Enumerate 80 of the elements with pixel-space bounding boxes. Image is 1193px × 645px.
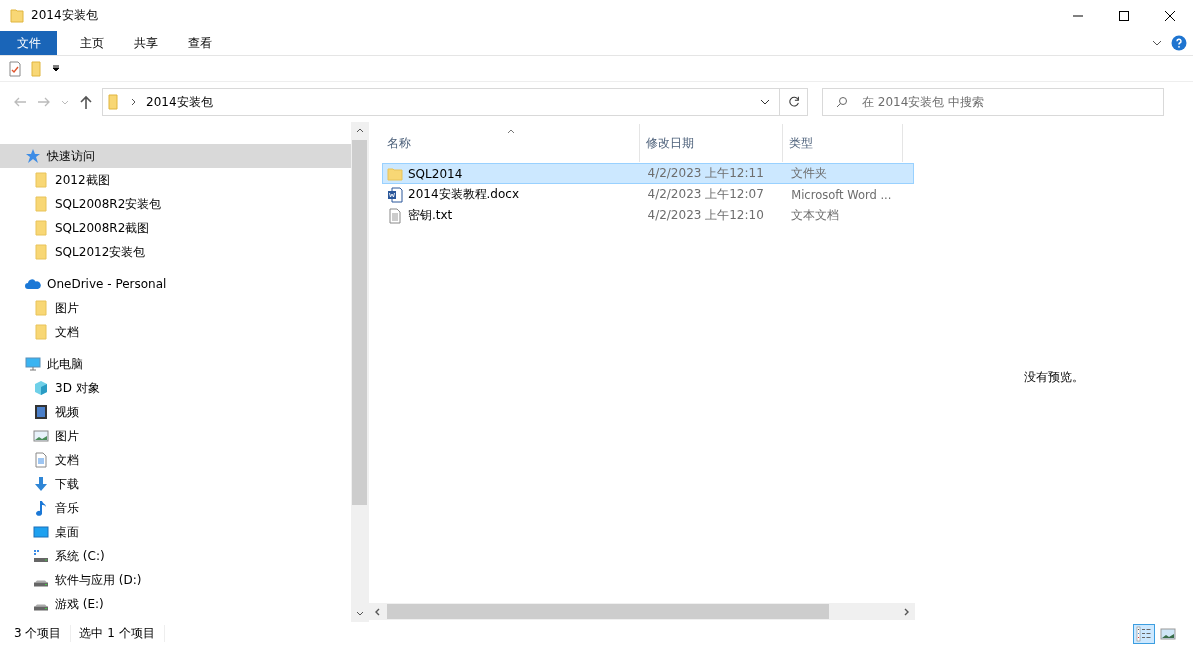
modified-date: 4/2/2023 上午12:07 [646, 186, 765, 203]
search-icon [836, 96, 848, 108]
nav-item[interactable]: 视频 [0, 400, 351, 424]
up-arrow-icon[interactable] [78, 94, 94, 110]
music-note-icon [33, 500, 49, 516]
refresh-button[interactable] [780, 88, 808, 116]
file-row[interactable]: SQL2014 4/2/2023 上午12:11 文件夹 [382, 163, 914, 184]
drive-icon [33, 603, 49, 611]
drive-icon [33, 548, 49, 564]
nav-item[interactable]: 桌面 [0, 520, 351, 544]
scrollbar-thumb[interactable] [387, 604, 829, 619]
maximize-icon [1119, 10, 1129, 21]
monitor-icon [25, 356, 41, 372]
close-icon [1165, 10, 1175, 21]
text-file-icon [387, 207, 403, 224]
cloud-icon [25, 276, 41, 292]
word-document-icon [387, 186, 403, 203]
ribbon-tab[interactable]: 文件 [0, 31, 57, 55]
folder-icon [33, 324, 49, 340]
download-arrow-icon [33, 476, 49, 492]
nav-item[interactable]: 游戏 (E:) [0, 592, 351, 616]
horizontal-scrollbar[interactable] [369, 603, 915, 620]
details-view-icon [1136, 625, 1152, 642]
nav-item[interactable]: 此电脑 [0, 352, 351, 376]
chevron-right-icon [130, 98, 138, 106]
nav-item[interactable]: 快速访问 [0, 144, 351, 168]
file-row[interactable]: 密钥.txt 4/2/2023 上午12:10 文本文档 [382, 205, 914, 226]
star-icon [25, 148, 41, 164]
help-icon[interactable] [1171, 35, 1187, 51]
file-type: 文本文档 [790, 208, 841, 223]
nav-item[interactable]: SQL2008R2安装包 [0, 192, 351, 216]
nav-item[interactable]: SQL2008R2截图 [0, 216, 351, 240]
nav-item[interactable]: SQL2012安装包 [0, 240, 351, 264]
drive-icon [33, 579, 49, 587]
nav-item[interactable]: 音乐 [0, 496, 351, 520]
nav-item[interactable]: 系统 (C:) [0, 544, 351, 568]
file-type: Microsoft Word ... [790, 187, 893, 202]
nav-item[interactable]: 2012截图 [0, 168, 351, 192]
nav-item[interactable]: 文档 [0, 320, 351, 344]
folder-icon [9, 7, 25, 24]
folder-icon [33, 244, 49, 260]
file-name: 2014安装教程.docx [408, 186, 519, 203]
file-name: SQL2014 [408, 166, 463, 181]
selection-count: 选中 1 个项目 [79, 625, 165, 642]
nav-item[interactable]: 图片 [0, 296, 351, 320]
modified-date: 4/2/2023 上午12:10 [646, 207, 765, 224]
cube-icon [33, 380, 49, 396]
view-button[interactable] [1133, 623, 1155, 644]
window-title: 2014安装包 [31, 7, 98, 24]
file-type: 文件夹 [790, 166, 829, 181]
large-icons-view-icon [1160, 625, 1176, 642]
item-count: 3 个项目 [14, 625, 72, 642]
nav-item[interactable]: 软件与应用 (D:) [0, 568, 351, 592]
search-field[interactable]: 在 2014安装包 中搜索 [822, 88, 1164, 116]
address-field[interactable]: 2014安装包 [102, 88, 780, 116]
vertical-scrollbar[interactable] [351, 122, 368, 622]
folder-icon [33, 172, 49, 188]
film-icon [33, 404, 49, 420]
modified-date: 4/2/2023 上午12:11 [646, 165, 765, 182]
preview-message: 没有预览。 [1024, 368, 1084, 386]
desktop-icon [33, 524, 49, 540]
scrollbar-thumb[interactable] [352, 140, 367, 505]
file-name: 密钥.txt [408, 207, 453, 224]
dropdown-icon[interactable] [51, 63, 61, 74]
file-row[interactable]: 2014安装教程.docx 4/2/2023 上午12:07 Microsoft Word ... [382, 184, 914, 205]
sort-up-icon [507, 127, 515, 135]
folder-icon [33, 220, 49, 236]
nav-item[interactable]: OneDrive - Personal [0, 272, 351, 296]
breadcrumb[interactable]: 2014安装包 [146, 93, 213, 111]
folder-icon [33, 300, 49, 316]
refresh-icon [786, 95, 801, 109]
properties-icon[interactable] [7, 60, 23, 77]
document-icon [33, 452, 49, 468]
folder-icon [33, 196, 49, 212]
picture-icon [33, 428, 49, 444]
nav-item[interactable]: 文档 [0, 448, 351, 472]
nav-item[interactable]: 下载 [0, 472, 351, 496]
nav-item[interactable]: 3D 对象 [0, 376, 351, 400]
nav-item[interactable]: 图片 [0, 424, 351, 448]
folder-icon [387, 165, 403, 182]
